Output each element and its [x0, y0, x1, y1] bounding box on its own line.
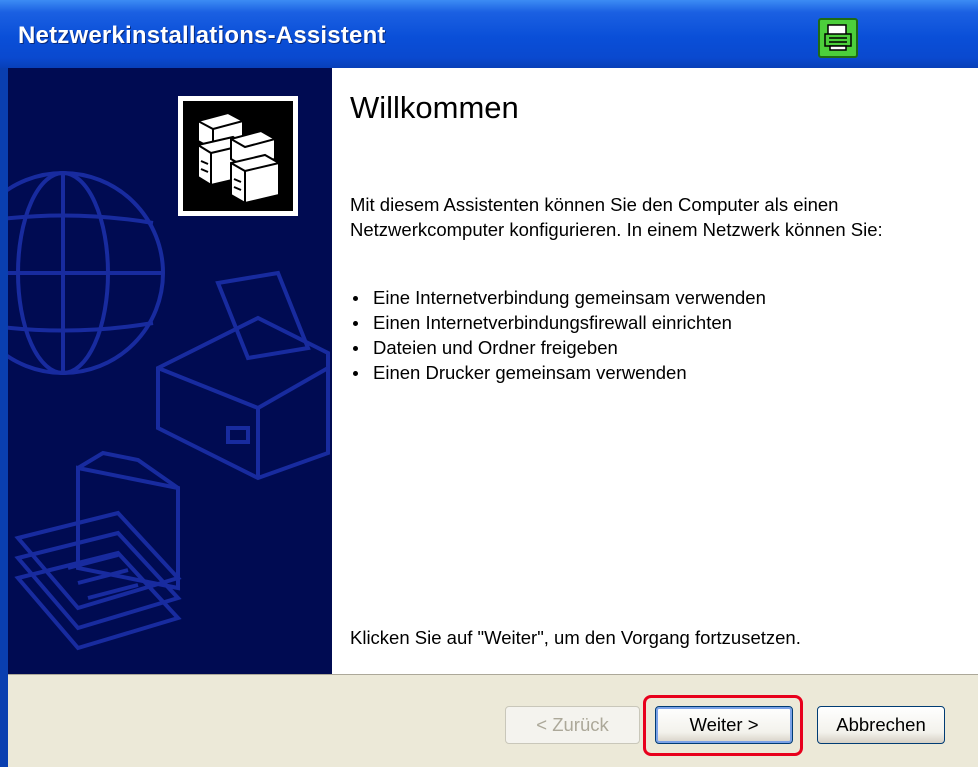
list-item: Eine Internetverbindung gemeinsam verwen… — [350, 285, 766, 310]
list-item: Einen Internetverbindungsfirewall einric… — [350, 310, 766, 335]
feature-list: Eine Internetverbindung gemeinsam verwen… — [350, 285, 766, 385]
continue-hint: Klicken Sie auf "Weiter", um den Vorgang… — [350, 627, 801, 648]
window-frame-left — [0, 68, 8, 767]
list-item: Dateien und Ordner freigeben — [350, 335, 766, 360]
network-printer-icon — [818, 18, 858, 58]
back-button[interactable]: < Zurück — [505, 706, 640, 744]
next-button-highlight — [643, 695, 803, 756]
list-item: Einen Drucker gemeinsam verwenden — [350, 360, 766, 385]
cancel-button[interactable]: Abbrechen — [817, 706, 945, 744]
page-title: Willkommen — [350, 90, 519, 125]
title-bar[interactable]: Netzwerkinstallations-Assistent — [0, 0, 978, 68]
network-computers-icon — [178, 96, 298, 216]
wizard-window: Netzwerkinstallations-Assistent Willkomm… — [0, 0, 978, 767]
intro-text: Mit diesem Assistenten können Sie den Co… — [350, 194, 883, 240]
window-title: Netzwerkinstallations-Assistent — [18, 22, 386, 49]
